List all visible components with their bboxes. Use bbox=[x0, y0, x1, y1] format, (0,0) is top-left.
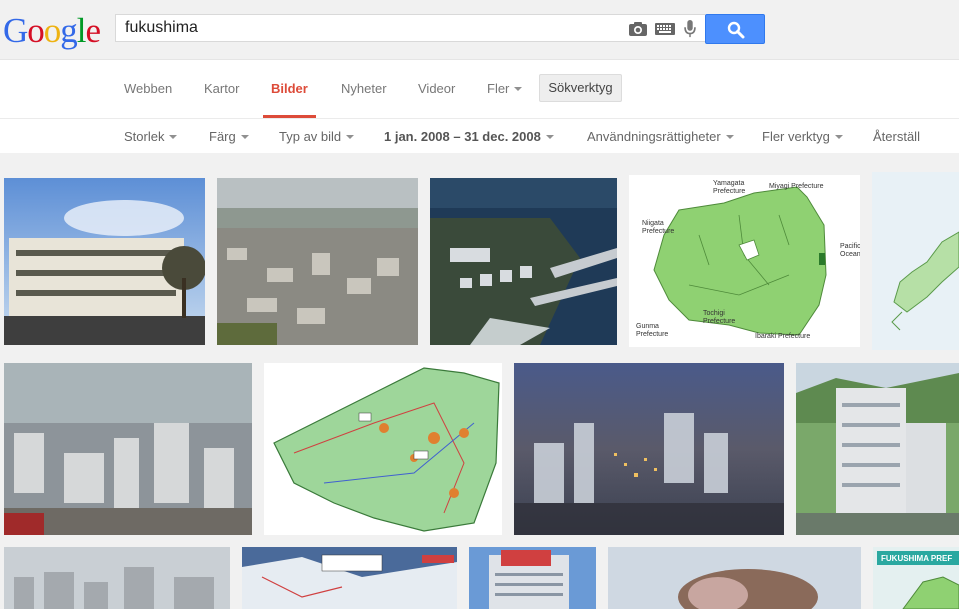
logo-letter: l bbox=[76, 11, 87, 50]
chevron-down-icon bbox=[514, 86, 523, 91]
header-bar: Google bbox=[0, 0, 959, 60]
tab-kartor[interactable]: Kartor bbox=[204, 60, 239, 118]
type-filter[interactable]: Typ av bild bbox=[279, 119, 355, 153]
tab-webben[interactable]: Webben bbox=[124, 60, 172, 118]
color-filter[interactable]: Färg bbox=[209, 119, 249, 153]
map-label-pacific: Pacific Ocean bbox=[840, 243, 860, 258]
image-result[interactable] bbox=[796, 363, 959, 535]
date-filter[interactable]: 1 jan. 2008 – 31 dec. 2008 bbox=[384, 119, 554, 153]
search-input[interactable] bbox=[125, 15, 605, 41]
image-result[interactable] bbox=[514, 363, 784, 535]
image-result[interactable] bbox=[264, 363, 502, 535]
image-result[interactable] bbox=[217, 178, 418, 345]
image-result[interactable] bbox=[608, 547, 861, 609]
more-tools-label: Fler verktyg bbox=[762, 129, 830, 144]
size-filter-label: Storlek bbox=[124, 129, 165, 144]
chevron-down-icon bbox=[240, 134, 249, 139]
chevron-down-icon bbox=[545, 134, 554, 139]
usage-rights-label: Användningsrättigheter bbox=[587, 129, 721, 144]
search-tools-button[interactable]: Sökverktyg bbox=[539, 74, 622, 102]
usage-rights-filter[interactable]: Användningsrättigheter bbox=[587, 119, 734, 153]
reset-link[interactable]: Återställ bbox=[873, 119, 920, 153]
tab-videor[interactable]: Videor bbox=[418, 60, 455, 118]
search-tools-bar: Storlek Färg Typ av bild 1 jan. 2008 – 3… bbox=[0, 119, 959, 153]
banner-text: FUKUSHIMA PREF bbox=[881, 554, 952, 563]
image-result[interactable] bbox=[430, 178, 617, 345]
logo-letter: e bbox=[85, 11, 102, 50]
logo-letter: o bbox=[27, 11, 44, 50]
keyboard-icon[interactable] bbox=[655, 20, 675, 38]
chevron-down-icon bbox=[834, 134, 843, 139]
chevron-down-icon bbox=[725, 134, 734, 139]
microphone-icon[interactable] bbox=[683, 20, 697, 38]
map-label-ibaraki: Ibaraki Prefecture bbox=[755, 333, 810, 340]
image-result[interactable] bbox=[242, 547, 457, 609]
google-logo[interactable]: Google bbox=[3, 11, 102, 51]
magnifier-icon bbox=[727, 21, 745, 39]
logo-letter: o bbox=[43, 11, 61, 50]
image-result[interactable] bbox=[4, 363, 252, 535]
tab-bilder[interactable]: Bilder bbox=[263, 60, 316, 118]
search-type-tabs: Webben Kartor Bilder Nyheter Videor Fler… bbox=[0, 60, 959, 119]
color-filter-label: Färg bbox=[209, 129, 236, 144]
chevron-down-icon bbox=[346, 134, 355, 139]
tab-fler[interactable]: Fler bbox=[487, 60, 523, 118]
image-result[interactable] bbox=[469, 547, 596, 609]
search-box bbox=[115, 14, 705, 42]
camera-icon[interactable] bbox=[628, 20, 648, 38]
image-results-grid: Yamagata Prefecture Miyagi Prefecture Nii… bbox=[0, 153, 959, 609]
search-button[interactable] bbox=[705, 14, 765, 44]
size-filter[interactable]: Storlek bbox=[124, 119, 178, 153]
tab-fler-label: Fler bbox=[487, 81, 510, 96]
image-result[interactable] bbox=[4, 547, 230, 609]
tab-nyheter[interactable]: Nyheter bbox=[341, 60, 387, 118]
map-label-yamagata: Yamagata Prefecture bbox=[713, 180, 745, 195]
image-result[interactable]: FUKUSHIMA PREF bbox=[873, 547, 959, 609]
map-label-gunma: Gunma Prefecture bbox=[636, 323, 668, 338]
type-filter-label: Typ av bild bbox=[279, 129, 342, 144]
more-tools-filter[interactable]: Fler verktyg bbox=[762, 119, 843, 153]
image-result[interactable] bbox=[872, 172, 959, 350]
date-filter-label: 1 jan. 2008 – 31 dec. 2008 bbox=[384, 129, 541, 144]
logo-letter: G bbox=[3, 11, 28, 50]
image-result[interactable]: Yamagata Prefecture Miyagi Prefecture Nii… bbox=[629, 175, 860, 347]
chevron-down-icon bbox=[169, 134, 178, 139]
map-label-miyagi: Miyagi Prefecture bbox=[769, 183, 824, 190]
image-result[interactable] bbox=[4, 178, 205, 345]
logo-letter: g bbox=[60, 11, 77, 50]
map-label-niigata: Niigata Prefecture bbox=[642, 220, 674, 235]
